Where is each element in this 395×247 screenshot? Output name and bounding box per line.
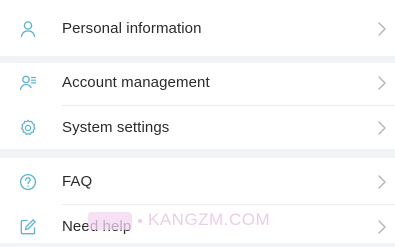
menu-item-account-management[interactable]: Account management <box>0 63 395 103</box>
menu-item-personal-information[interactable]: Personal information <box>0 9 395 49</box>
chevron-right-icon <box>376 75 388 91</box>
menu-item-label: Personal information <box>62 20 202 37</box>
chevron-right-icon <box>376 219 388 235</box>
question-circle-icon <box>18 172 38 192</box>
menu-item-label: System settings <box>62 119 170 136</box>
watermark: KANGZM.COM <box>88 205 270 235</box>
divider <box>62 105 395 106</box>
menu-item-label: Account management <box>62 74 210 91</box>
user-list-icon <box>18 73 38 93</box>
chevron-right-icon <box>376 120 388 136</box>
user-icon <box>18 19 38 39</box>
watermark-text: KANGZM.COM <box>148 210 271 229</box>
menu-item-system-settings[interactable]: System settings <box>0 108 395 148</box>
watermark-logo <box>88 211 132 230</box>
menu-item-faq[interactable]: FAQ <box>0 162 395 202</box>
chevron-right-icon <box>376 174 388 190</box>
gear-icon <box>18 118 38 138</box>
watermark-dot <box>138 218 142 223</box>
menu-item-label: FAQ <box>62 173 93 190</box>
edit-icon <box>18 217 38 237</box>
chevron-right-icon <box>376 21 388 37</box>
